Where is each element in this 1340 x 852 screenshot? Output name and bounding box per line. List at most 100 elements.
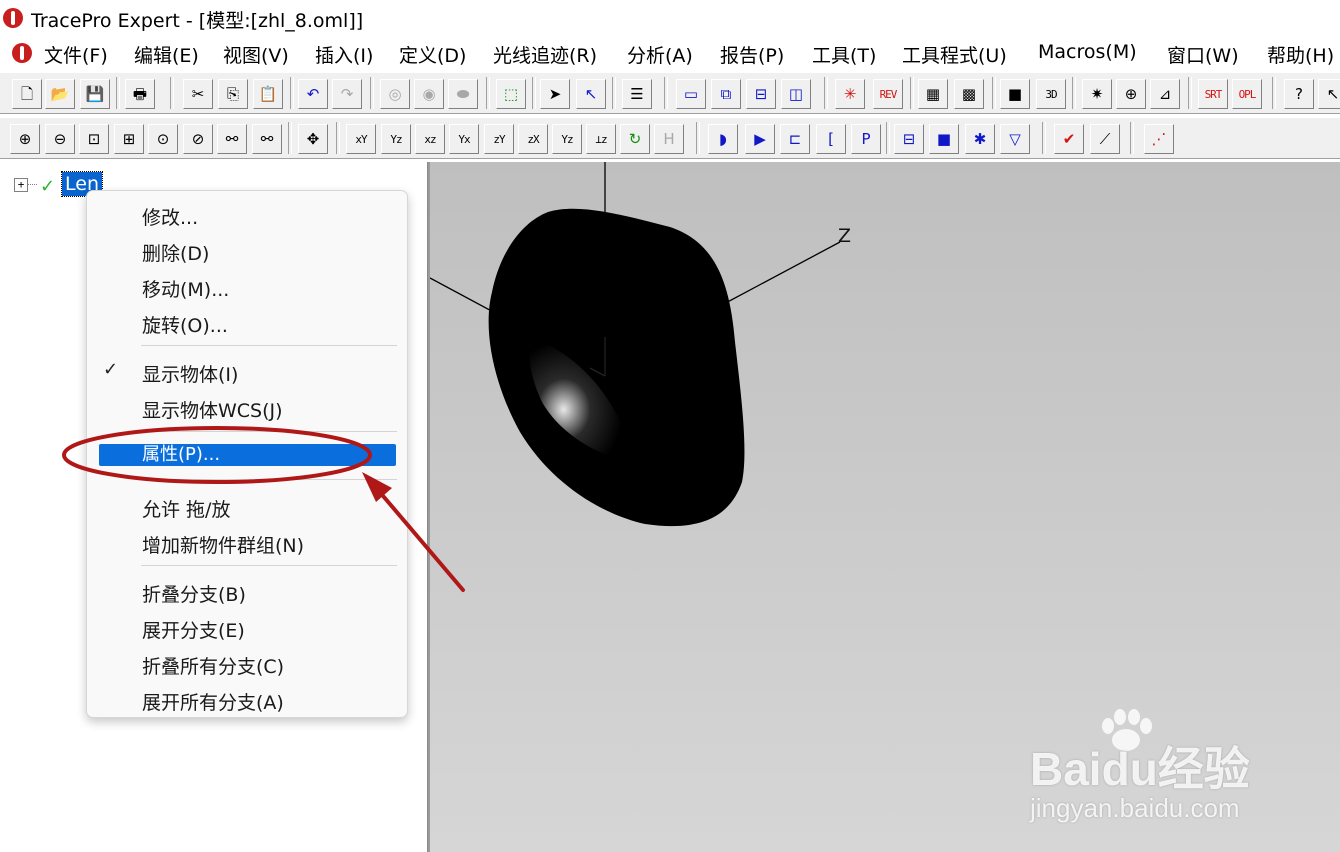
ruler-button[interactable]: ⟋ bbox=[1090, 124, 1120, 154]
window-tile-vertical-button[interactable]: ◫ bbox=[781, 79, 811, 109]
cut-button[interactable]: ✂ bbox=[183, 79, 213, 109]
window-cascade-button[interactable]: ⧉ bbox=[711, 79, 741, 109]
lens-button[interactable]: ◗ bbox=[708, 124, 738, 154]
menu-item-modify[interactable]: 修改... bbox=[142, 203, 198, 230]
view-yz-button[interactable]: Yz bbox=[381, 124, 411, 154]
zoom-out-button[interactable]: ⊖ bbox=[45, 124, 75, 154]
prism-button[interactable]: ▶ bbox=[745, 124, 775, 154]
zoom-previous-button[interactable]: ⊘ bbox=[183, 124, 213, 154]
boolean-union-button[interactable]: ◎ bbox=[380, 79, 410, 109]
menu-analysis[interactable]: 分析(A) bbox=[627, 41, 693, 68]
menu-view[interactable]: 视图(V) bbox=[223, 41, 289, 68]
axis-z-label: Z bbox=[838, 225, 851, 247]
view-zy-button[interactable]: zY bbox=[484, 124, 514, 154]
help-button[interactable]: ? bbox=[1284, 79, 1314, 109]
zoom-all-button[interactable]: ⊞ bbox=[114, 124, 144, 154]
open-file-button[interactable]: 📂 bbox=[45, 79, 75, 109]
polar-plot-button[interactable]: ⊕ bbox=[1116, 79, 1146, 109]
surface-button[interactable]: ✱ bbox=[965, 124, 995, 154]
menu-macros[interactable]: Macros(M) bbox=[1038, 41, 1137, 63]
candela-button[interactable]: ✷ bbox=[1082, 79, 1112, 109]
notes-button[interactable]: ☰ bbox=[622, 79, 652, 109]
zoom-in-button[interactable]: ⊕ bbox=[10, 124, 40, 154]
boolean-intersect-button[interactable]: ◉ bbox=[414, 79, 444, 109]
square-button[interactable]: ■ bbox=[929, 124, 959, 154]
title-bar: TracePro Expert - [模型:[zhl_8.oml]] bbox=[0, 0, 1340, 36]
menu-raytrace[interactable]: 光线追迹(R) bbox=[493, 41, 597, 68]
solid-model-button[interactable]: ⬚ bbox=[496, 79, 526, 109]
copy-button[interactable]: ⎘ bbox=[218, 79, 248, 109]
save-button[interactable]: 💾 bbox=[80, 79, 110, 109]
view-xy-button[interactable]: xY bbox=[346, 124, 376, 154]
zoom-selected-button[interactable]: ⊙ bbox=[148, 124, 178, 154]
menu-edit[interactable]: 编辑(E) bbox=[134, 41, 199, 68]
menu-tools[interactable]: 工具(T) bbox=[812, 41, 876, 68]
view-iso-button[interactable]: Yz bbox=[552, 124, 582, 154]
select-object-button[interactable]: ↖ bbox=[576, 79, 606, 109]
menu-item-delete[interactable]: 删除(D) bbox=[142, 239, 209, 266]
reflector-button[interactable]: ⊏ bbox=[780, 124, 810, 154]
context-help-button[interactable]: ↖ bbox=[1318, 79, 1340, 109]
toolbar-separator bbox=[886, 122, 890, 154]
window-single-button[interactable]: ▭ bbox=[676, 79, 706, 109]
menu-insert[interactable]: 插入(I) bbox=[315, 41, 373, 68]
menu-item-expand-branch[interactable]: 展开分支(E) bbox=[142, 616, 245, 643]
menu-item-allow-drag-drop[interactable]: 允许 拖/放 bbox=[142, 495, 230, 522]
menu-item-collapse-all[interactable]: 折叠所有分支(C) bbox=[142, 652, 284, 679]
h-button[interactable]: H bbox=[654, 124, 684, 154]
view-yx-button[interactable]: Yx bbox=[449, 124, 479, 154]
menu-item-show-object-wcs[interactable]: 显示物体WCS(J) bbox=[142, 396, 283, 423]
block-button[interactable]: ⊟ bbox=[894, 124, 924, 154]
new-file-button[interactable]: 🗋 bbox=[12, 79, 42, 109]
rotate-button[interactable]: ↻ bbox=[620, 124, 650, 154]
menu-item-show-object[interactable]: 显示物体(I) bbox=[142, 360, 238, 387]
menu-utilities[interactable]: 工具程式(U) bbox=[902, 41, 1007, 68]
menu-item-move[interactable]: 移动(M)... bbox=[142, 275, 229, 302]
window-tile-horizontal-button[interactable]: ⊟ bbox=[746, 79, 776, 109]
irradiance-map-button[interactable]: ▩ bbox=[954, 79, 984, 109]
view-eye-button[interactable]: ⚯ bbox=[217, 124, 247, 154]
axis-z-line bbox=[719, 241, 841, 307]
print-button[interactable]: 🖶 bbox=[125, 79, 155, 109]
check-button[interactable]: ✔ bbox=[1054, 124, 1084, 154]
ray-source-button[interactable]: ✳ bbox=[835, 79, 865, 109]
view-axes-button[interactable]: ⊥z bbox=[586, 124, 616, 154]
color-map-button[interactable]: ■ bbox=[1000, 79, 1030, 109]
menu-reports[interactable]: 报告(P) bbox=[720, 41, 784, 68]
menu-item-expand-all[interactable]: 展开所有分支(A) bbox=[142, 688, 284, 715]
paste-button[interactable]: 📋 bbox=[253, 79, 283, 109]
tree-expand-icon[interactable]: + bbox=[14, 178, 28, 192]
system-menu-icon[interactable] bbox=[12, 43, 32, 63]
view-yx-icon: Yx bbox=[458, 132, 470, 146]
redo-button[interactable]: ↷ bbox=[332, 79, 362, 109]
undo-button[interactable]: ↶ bbox=[298, 79, 328, 109]
menu-help[interactable]: 帮助(H) bbox=[1267, 41, 1334, 68]
bracket-button[interactable]: [ bbox=[816, 124, 846, 154]
opl-button[interactable]: OPL bbox=[1232, 79, 1262, 109]
p-button[interactable]: P bbox=[851, 124, 881, 154]
menu-item-collapse-branch[interactable]: 折叠分支(B) bbox=[142, 580, 246, 607]
view-yz-icon: Yz bbox=[390, 132, 402, 146]
chart-button[interactable]: ⊿ bbox=[1150, 79, 1180, 109]
menu-item-properties[interactable]: 属性(P)... bbox=[142, 444, 220, 466]
3d-view-button[interactable]: 3D bbox=[1036, 79, 1066, 109]
menu-window[interactable]: 窗口(W) bbox=[1167, 41, 1239, 68]
menu-define[interactable]: 定义(D) bbox=[399, 41, 466, 68]
boolean-subtract-button[interactable]: ⬬ bbox=[448, 79, 478, 109]
grid-map-button[interactable]: ▦ bbox=[918, 79, 948, 109]
toolbar-separator bbox=[288, 122, 292, 154]
menu-item-add-object-group[interactable]: 增加新物件群组(N) bbox=[142, 531, 304, 558]
ray-plot-button[interactable]: ⋰ bbox=[1144, 124, 1174, 154]
select-arrow-button[interactable]: ➤ bbox=[540, 79, 570, 109]
rev-button[interactable]: REV bbox=[873, 79, 903, 109]
pan-button[interactable]: ✥ bbox=[298, 124, 328, 154]
zoom-window-button[interactable]: ⊡ bbox=[79, 124, 109, 154]
view-zx-button[interactable]: zX bbox=[518, 124, 548, 154]
cone-button[interactable]: ▽ bbox=[1000, 124, 1030, 154]
view-xz-button[interactable]: xz bbox=[415, 124, 445, 154]
window-title: TracePro Expert - [模型:[zhl_8.oml]] bbox=[31, 10, 364, 32]
menu-file[interactable]: 文件(F) bbox=[44, 41, 108, 68]
srt-button[interactable]: SRT bbox=[1198, 79, 1228, 109]
menu-item-rotate[interactable]: 旋转(O)... bbox=[142, 311, 228, 338]
view-eye-alt-button[interactable]: ⚯ bbox=[252, 124, 282, 154]
